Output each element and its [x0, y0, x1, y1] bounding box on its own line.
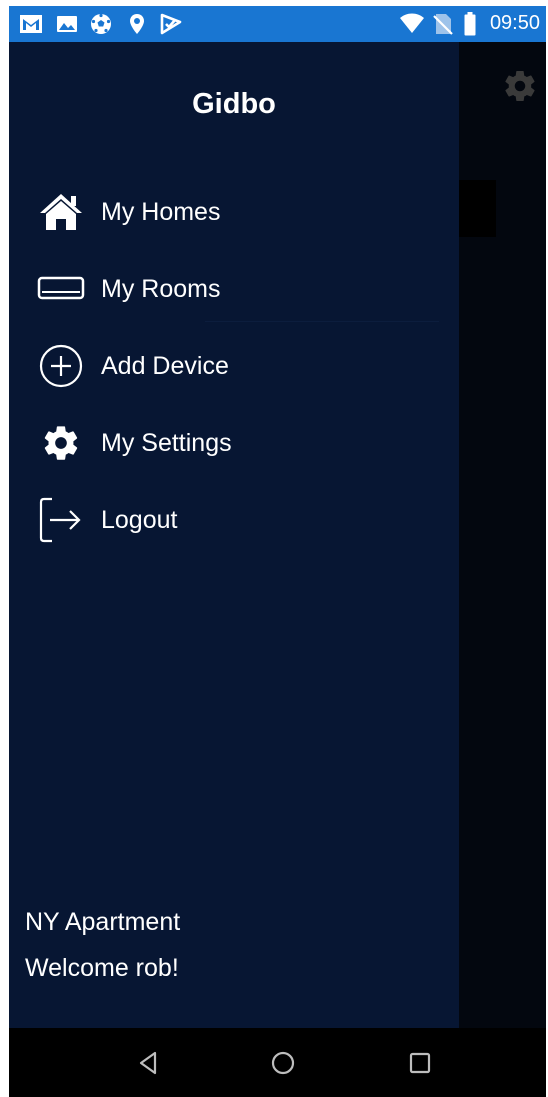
menu-item-label: Add Device [101, 351, 229, 380]
menu-item-add-device[interactable]: Add Device [9, 335, 459, 397]
gear-icon [37, 419, 85, 467]
photos-icon [57, 16, 77, 32]
status-bar: 09:50 [9, 6, 546, 42]
soccer-ball-icon [91, 13, 111, 34]
home-icon [37, 188, 85, 236]
location-pin-icon [130, 14, 144, 34]
add-circle-icon [37, 342, 85, 390]
system-navigation-bar [9, 1028, 546, 1097]
logout-icon [37, 496, 85, 544]
menu-item-label: My Rooms [101, 274, 221, 303]
home-circle-icon[interactable] [268, 1048, 298, 1078]
recents-square-icon[interactable] [405, 1048, 435, 1078]
menu-item-my-rooms[interactable]: My Rooms [9, 258, 459, 320]
room-icon [37, 265, 85, 313]
divider [205, 321, 439, 322]
menu-item-logout[interactable]: Logout [9, 489, 459, 551]
menu-item-my-homes[interactable]: My Homes [9, 181, 459, 243]
gmail-icon [20, 15, 42, 33]
menu-item-my-settings[interactable]: My Settings [9, 412, 459, 474]
menu-item-label: Logout [101, 505, 178, 534]
menu-item-label: My Homes [101, 197, 221, 226]
battery-icon [464, 12, 476, 36]
gear-icon[interactable] [502, 68, 538, 104]
check-flag-icon [160, 13, 182, 35]
drawer-title: Gidbo [192, 88, 276, 120]
wifi-icon [400, 13, 424, 33]
navigation-drawer: Gidbo My Homes My Rooms Add Device My Se… [9, 42, 459, 1028]
current-home-name: NY Apartment [25, 908, 181, 936]
no-sim-icon [433, 14, 453, 35]
menu-item-label: My Settings [101, 428, 232, 457]
phone-screen: 09:50 Gidbo My Homes My Rooms Add Device… [9, 6, 546, 1097]
back-icon[interactable] [133, 1048, 163, 1078]
welcome-message: Welcome rob! [25, 954, 179, 982]
status-time: 09:50 [489, 12, 540, 34]
